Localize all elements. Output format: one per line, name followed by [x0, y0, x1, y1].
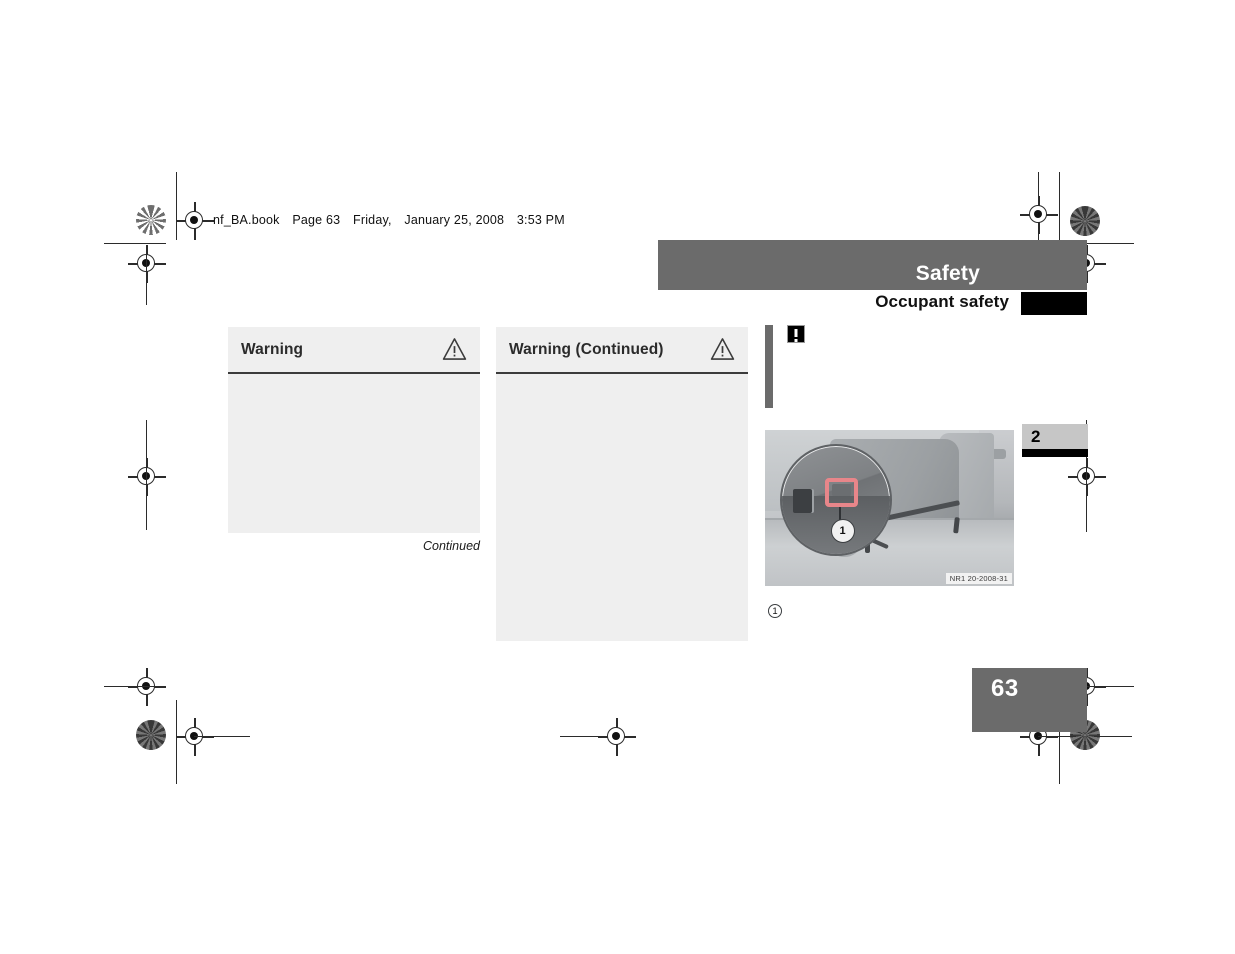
- file-stamp-page: Page 63: [292, 213, 341, 227]
- crop-line: [560, 736, 604, 738]
- registration-target-icon: [176, 202, 214, 240]
- photo-magnifier-inset: 1: [779, 444, 892, 557]
- exclamation-note-icon: [787, 325, 805, 343]
- file-stamp: nf_BA.book Page 63 Friday, January 25, 2…: [213, 213, 574, 227]
- file-stamp-time: 3:53 PM: [516, 213, 565, 227]
- crop-line: [1059, 172, 1061, 244]
- figure-image-code: NR1 20-2008-31: [945, 573, 1012, 584]
- folio-block: 63: [972, 668, 1087, 732]
- warning-triangle-icon: [442, 337, 467, 361]
- subsection-title: Occupant safety: [875, 292, 1009, 311]
- chapter-number: 2: [1031, 427, 1041, 446]
- file-stamp-date: January 25, 2008: [404, 213, 505, 227]
- magnifier-seatbelt-buckle: [792, 489, 813, 513]
- warning-box: Warning (Continued): [496, 327, 748, 641]
- halftone-density-patch-icon: [136, 205, 166, 235]
- file-stamp-filename: nf_BA.book: [213, 213, 280, 227]
- crop-line: [146, 245, 148, 305]
- figure-photo: 1 NR1 20-2008-31: [765, 430, 1014, 586]
- warning-box: Warning: [228, 327, 480, 533]
- chapter-tab-underbar: [1022, 449, 1088, 457]
- section-title: Safety: [915, 262, 980, 285]
- figure-legend-marker: 1: [768, 604, 782, 618]
- crop-line: [146, 420, 148, 530]
- chapter-thumb-tab: 2: [1022, 424, 1088, 457]
- warning-box-header: Warning (Continued): [496, 327, 748, 374]
- warning-box-header: Warning: [228, 327, 480, 374]
- crop-line: [1086, 686, 1134, 688]
- warning-triangle-icon: [710, 337, 735, 361]
- warning-box-title: Warning (Continued): [509, 341, 664, 358]
- halftone-density-patch-icon: [136, 720, 166, 750]
- subsection-marker-block: [1021, 292, 1087, 315]
- file-stamp-weekday: Friday,: [353, 213, 392, 227]
- page-proof: nf_BA.book Page 63 Friday, January 25, 2…: [0, 0, 1235, 954]
- note-margin-rule: [765, 325, 773, 408]
- halftone-density-patch-icon: [1070, 206, 1100, 236]
- continued-footnote: Continued: [423, 539, 480, 553]
- page-number: 63: [991, 675, 1019, 702]
- warning-box-body: [496, 374, 748, 688]
- crop-line: [104, 686, 166, 688]
- note-body: [787, 350, 1017, 406]
- crop-line: [194, 736, 250, 738]
- warning-box-title: Warning: [241, 341, 304, 358]
- section-banner: Safety: [658, 240, 1087, 290]
- magnifier-callout-marker: 1: [830, 519, 855, 544]
- magnifier-anchor-bracket-highlight: [825, 478, 858, 507]
- subsection-banner: Occupant safety: [658, 292, 1087, 316]
- registration-target-icon: [1020, 196, 1058, 234]
- figure-legend: 1: [768, 604, 789, 618]
